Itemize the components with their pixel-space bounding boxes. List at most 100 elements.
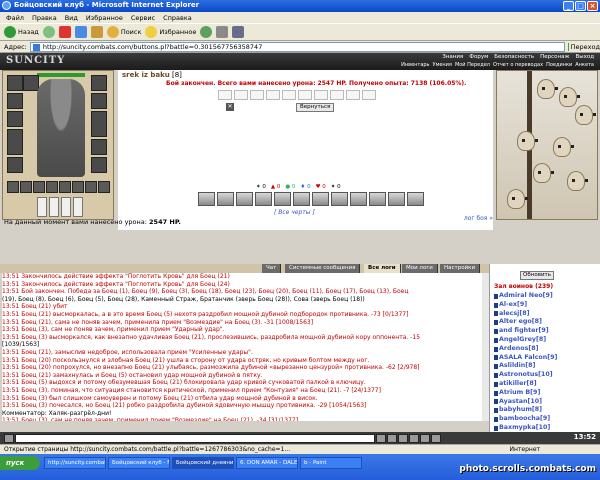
tab-my-logs[interactable]: Мои логи — [402, 264, 438, 273]
history-icon[interactable] — [200, 26, 213, 38]
skill-icon[interactable] — [274, 192, 291, 206]
user-name[interactable]: atikiller[8] — [499, 380, 537, 389]
chat-time[interactable]: 13:51 Боец (20) попрохулся, но внезапно … — [2, 364, 420, 371]
earrings-slot[interactable] — [7, 93, 23, 109]
all-traits-link[interactable]: [ Все черты ] — [274, 209, 315, 216]
battle-log-link[interactable]: лог боя » — [464, 215, 493, 222]
task-item[interactable]: b - Paint — [300, 457, 362, 469]
chat-time[interactable]: 13:51 Боец (3), поминая, что ситуация ст… — [2, 387, 381, 394]
chat-time[interactable]: 13:51 Боец (20) поскользнулся и злобная … — [2, 357, 369, 364]
online-user[interactable]: and fighter[9] — [494, 327, 557, 336]
bracers-slot[interactable] — [91, 75, 107, 91]
close-button[interactable]: × — [587, 1, 598, 11]
menu-edit[interactable]: Правка — [32, 14, 57, 22]
tab-all-logs[interactable]: Все логи — [364, 264, 401, 273]
nav-security[interactable]: Безопасность — [494, 54, 534, 60]
online-user[interactable]: Alter ego[8] — [494, 318, 557, 327]
player-name[interactable]: srek iz baku — [122, 71, 170, 79]
helmet-slot[interactable] — [7, 75, 23, 91]
search-button[interactable]: Поиск — [106, 26, 141, 38]
task-item[interactable]: Бойцовский клуб - M... — [108, 457, 170, 469]
smiles-button[interactable] — [4, 433, 14, 443]
belt-slot[interactable] — [59, 181, 71, 193]
chat-input[interactable] — [15, 433, 375, 443]
user-name[interactable]: ASALA Falcon[9] — [499, 354, 557, 363]
skill-icon[interactable] — [312, 192, 329, 206]
user-name[interactable]: alecsj[8] — [499, 310, 529, 319]
skill-icon[interactable] — [388, 192, 405, 206]
skill-icon[interactable] — [198, 192, 215, 206]
tab-system[interactable]: Системные сообщения — [285, 264, 361, 273]
nav-character[interactable]: Персонаж — [540, 54, 569, 60]
chat-time[interactable]: 13:51 Боец (21), сама не поняв зачем, пр… — [2, 319, 313, 326]
tab-settings[interactable]: Настройки — [440, 264, 481, 273]
menu-help[interactable]: Справка — [163, 14, 192, 22]
online-user[interactable]: Ardenos[8] — [494, 345, 557, 354]
menu-favorites[interactable]: Избранное — [86, 14, 123, 22]
chat-scrollbar[interactable] — [482, 273, 489, 421]
online-user[interactable]: Ayastan[10] — [494, 398, 557, 407]
subnav-transfer[interactable]: Мой Передел — [455, 62, 490, 68]
skill-icon[interactable] — [331, 192, 348, 206]
back-button[interactable]: Назад — [4, 26, 39, 38]
menu-view[interactable]: Вид — [65, 14, 78, 22]
chat-time[interactable]: 13:51 Боец (21), замыслив недоброе, испо… — [2, 349, 253, 356]
start-button[interactable]: пуск — [0, 456, 40, 470]
user-name[interactable]: Atrium B[9] — [499, 389, 540, 398]
home-icon[interactable] — [90, 26, 103, 38]
user-name[interactable]: babyhum[8] — [499, 406, 542, 415]
skill-icon[interactable] — [255, 192, 272, 206]
gloves-slot[interactable] — [91, 93, 107, 109]
skill-icon[interactable] — [236, 192, 253, 206]
pants-slot[interactable] — [91, 139, 107, 155]
weapon-slot[interactable] — [7, 129, 23, 155]
chat-time[interactable]: 13:51 Боец (3) почесался, но Боец (21) р… — [2, 402, 366, 409]
send-button[interactable] — [376, 433, 386, 443]
user-name[interactable]: Alter ego[8] — [499, 318, 542, 327]
favorites-button[interactable]: Избранное — [145, 26, 196, 38]
belt-slot[interactable] — [20, 181, 32, 193]
address-input[interactable]: http://suncity.combats.com/buttons.pl?ba… — [29, 41, 565, 52]
online-user[interactable]: bamboocha[9] — [494, 415, 557, 424]
nav-forum[interactable]: Форум — [469, 54, 488, 60]
online-user[interactable]: babyhum[8] — [494, 406, 557, 415]
refresh-icon[interactable] — [74, 26, 87, 38]
go-button[interactable]: Переход — [568, 42, 600, 52]
nav-knowledge[interactable]: Знания — [442, 54, 463, 60]
chat-time[interactable]: 13:51 Боец (3), сам не поняв зачем, прим… — [2, 326, 224, 333]
task-item[interactable]: http://suncity.combats.c... — [44, 457, 106, 469]
online-user[interactable]: Aslildin[8] — [494, 362, 557, 371]
chat-time[interactable]: 13:51 Закончилось действие эффекта "Погл… — [2, 281, 230, 288]
online-user[interactable]: Astronotus[10] — [494, 371, 557, 380]
smile-button[interactable] — [398, 433, 408, 443]
refresh-button[interactable]: Обновить — [520, 271, 554, 280]
filter-button[interactable] — [409, 433, 419, 443]
ring-slot[interactable] — [23, 75, 39, 91]
chat-time[interactable]: 13:51 Бой закончен. Победа за Боец (1), … — [2, 288, 408, 295]
task-item[interactable]: Бойцовский дневни... — [172, 457, 234, 469]
skill-icon[interactable] — [407, 192, 424, 206]
minimize-button[interactable]: _ — [563, 1, 574, 11]
scroll-slot[interactable] — [37, 197, 47, 217]
back-button-battle[interactable]: Вернуться — [296, 103, 335, 112]
online-user[interactable]: atikiller[8] — [494, 380, 557, 389]
chat-time[interactable]: 13:51 Боец (21) замахнулась и Боец (5) о… — [2, 372, 262, 379]
belt-slot[interactable] — [72, 181, 84, 193]
boots-slot[interactable] — [91, 157, 107, 173]
skill-icon[interactable] — [350, 192, 367, 206]
online-user[interactable]: Atrium B[9] — [494, 389, 557, 398]
online-user[interactable]: Admiral Neo[9] — [494, 292, 557, 301]
scroll-slot[interactable] — [73, 197, 83, 217]
chat-time[interactable]: 13:51 Боец (3) был слишком самоуверен и … — [2, 395, 318, 402]
chat-time[interactable]: 13:51 Боец (21) высморкалась, а в это вр… — [2, 311, 408, 318]
subnav-transfers-report[interactable]: Отчет о переводах — [493, 62, 543, 68]
belt-slot[interactable] — [46, 181, 58, 193]
online-user[interactable]: alecsj[8] — [494, 310, 557, 319]
skill-icon[interactable] — [369, 192, 386, 206]
translit-button[interactable] — [420, 433, 430, 443]
subnav-skills[interactable]: Умения — [433, 62, 452, 68]
mail-icon[interactable] — [216, 26, 229, 38]
user-name[interactable]: and fighter[9] — [499, 327, 549, 336]
skill-icon[interactable] — [217, 192, 234, 206]
subnav-duels[interactable]: Поединки — [546, 62, 572, 68]
